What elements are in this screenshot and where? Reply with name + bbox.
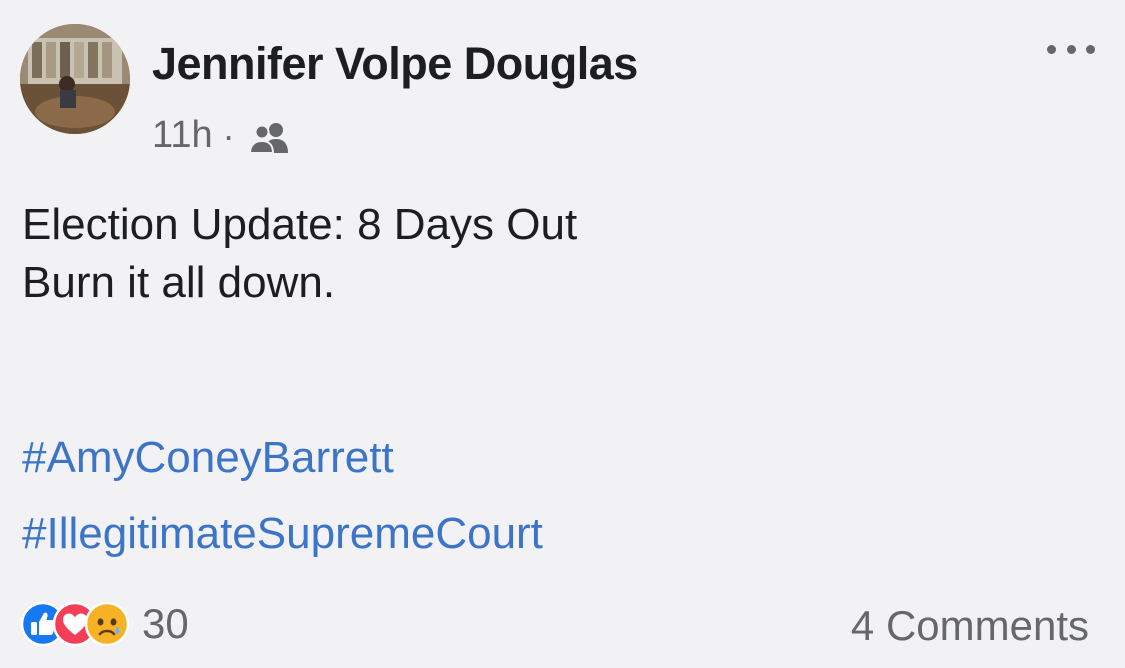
post-text-line: Burn it all down. [22, 258, 336, 307]
sad-reaction-icon [84, 601, 130, 647]
comments-count-link[interactable]: 4 Comments [851, 602, 1089, 650]
reaction-icons [20, 601, 132, 647]
reactions-summary[interactable]: 30 [20, 600, 189, 648]
friends-icon[interactable] [247, 121, 293, 155]
meta-separator: · [222, 114, 235, 156]
reaction-count: 30 [142, 600, 189, 647]
more-options-icon[interactable] [1047, 42, 1095, 56]
post-meta: 11h · [152, 114, 293, 157]
hashtag-list: #AmyConeyBarrett #IllegitimateSupremeCou… [22, 420, 543, 572]
hashtag-link[interactable]: #IllegitimateSupremeCourt [22, 496, 543, 572]
post-timestamp[interactable]: 11h [152, 114, 213, 157]
post-text-line: Election Update: 8 Days Out [22, 200, 578, 249]
hashtag-link[interactable]: #AmyConeyBarrett [22, 420, 543, 496]
post-text: Election Update: 8 Days Out Burn it all … [22, 196, 577, 312]
author-name[interactable]: Jennifer Volpe Douglas [152, 38, 638, 90]
author-avatar[interactable] [20, 24, 130, 134]
avatar-photo [20, 24, 130, 134]
facebook-post: Jennifer Volpe Douglas 11h · Election Up… [0, 0, 1125, 668]
